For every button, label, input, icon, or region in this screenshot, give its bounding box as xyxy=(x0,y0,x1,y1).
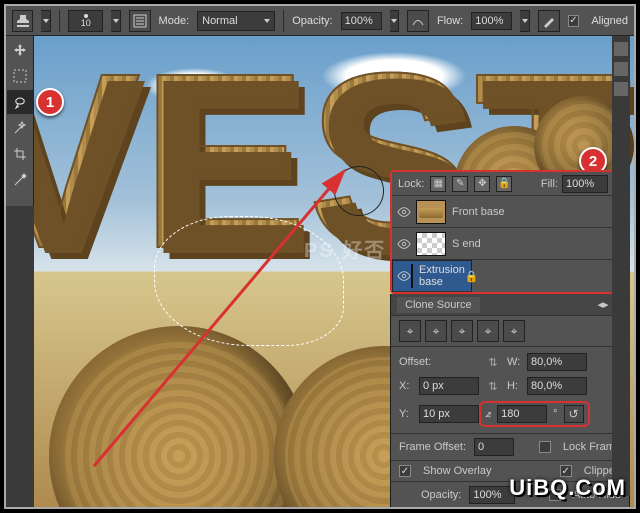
dock-icon[interactable] xyxy=(614,82,628,96)
y-input[interactable]: 10 px xyxy=(419,405,479,423)
watermark: UiBQ.CoM xyxy=(509,475,626,501)
brush-size-value: 10 xyxy=(81,19,91,28)
layer-row-selected[interactable]: Extrusion base 🔒 xyxy=(392,260,472,292)
degree-label: ° xyxy=(553,408,557,420)
dock-icon[interactable] xyxy=(614,62,628,76)
w-label: W: xyxy=(507,356,527,368)
options-bar: 10 Mode: Normal Opacity: 100% Flow: 100%… xyxy=(6,6,634,36)
marquee-tool[interactable] xyxy=(7,64,33,88)
clone-source-tab[interactable]: Clone Source xyxy=(397,297,480,313)
airbrush-icon[interactable] xyxy=(538,10,559,32)
callout-1: 1 xyxy=(36,88,64,116)
link-xy-icon[interactable]: ⇅ xyxy=(479,380,507,393)
aligned-checkbox[interactable]: ✓ xyxy=(568,15,580,27)
pressure-opacity-icon[interactable] xyxy=(407,10,428,32)
magic-wand-tool[interactable] xyxy=(7,116,33,140)
clone-source-4-icon[interactable]: ⌖ xyxy=(477,320,499,342)
brush-cursor xyxy=(334,166,384,216)
angle-icon: ⦨ xyxy=(485,408,491,421)
reset-transform-icon[interactable]: ↺ xyxy=(564,405,584,423)
lock-image-icon[interactable]: ✎ xyxy=(452,176,468,192)
visibility-toggle[interactable] xyxy=(392,237,416,251)
brush-panel-toggle-icon[interactable] xyxy=(129,10,150,32)
blend-mode-value: Normal xyxy=(202,15,237,27)
lock-label: Lock: xyxy=(398,178,424,190)
flow-input[interactable]: 100% xyxy=(471,12,512,30)
visibility-toggle[interactable] xyxy=(392,205,416,219)
layer-thumbnail xyxy=(416,200,446,224)
watermark-center: PS 好否 xyxy=(304,234,386,263)
layer-name: Front base xyxy=(452,206,505,218)
opacity-dropdown[interactable] xyxy=(390,10,400,32)
frame-offset-input[interactable]: 0 xyxy=(474,438,514,456)
eyedropper-tool[interactable] xyxy=(7,168,33,192)
link-wh-icon[interactable]: ⇅ xyxy=(479,356,507,369)
panels-stack: Lock: ▦ ✎ ✥ 🔒 Fill: 100% Front base S xyxy=(390,170,630,509)
mode-label: Mode: xyxy=(159,15,190,27)
x-input[interactable]: 0 px xyxy=(419,377,479,395)
w-input[interactable]: 80,0% xyxy=(527,353,587,371)
clone-source-2-icon[interactable]: ⌖ xyxy=(425,320,447,342)
clone-source-1-icon[interactable]: ⌖ xyxy=(399,320,421,342)
tool-preset-dropdown[interactable] xyxy=(41,10,51,32)
opacity-input[interactable]: 100% xyxy=(341,12,382,30)
y-label: Y: xyxy=(399,408,419,420)
lasso-tool[interactable] xyxy=(7,90,33,114)
tools-panel xyxy=(6,36,34,206)
lock-frame-checkbox[interactable] xyxy=(539,441,551,453)
lock-all-icon[interactable]: 🔒 xyxy=(496,176,512,192)
x-label: X: xyxy=(399,380,419,392)
layer-name: Extrusion base xyxy=(419,264,465,288)
layer-name: S end xyxy=(452,238,481,250)
overlay-opacity-label: Opacity: xyxy=(421,489,461,501)
blend-mode-select[interactable]: Normal xyxy=(197,11,275,31)
show-overlay-checkbox[interactable]: ✓ xyxy=(399,465,411,477)
h-input[interactable]: 80,0% xyxy=(527,377,587,395)
layer-row[interactable]: Front base xyxy=(392,196,628,228)
offset-label: Offset: xyxy=(399,356,479,368)
brush-picker-dropdown[interactable] xyxy=(111,10,121,32)
clone-source-3-icon[interactable]: ⌖ xyxy=(451,320,473,342)
layer-lock-indicator-icon: 🔒 xyxy=(465,270,479,283)
clone-source-5-icon[interactable]: ⌖ xyxy=(503,320,525,342)
show-overlay-label: Show Overlay xyxy=(423,465,491,477)
brush-preview[interactable]: 10 xyxy=(68,10,103,32)
visibility-toggle[interactable] xyxy=(397,269,411,283)
aligned-label: Aligned xyxy=(591,15,628,27)
flow-dropdown[interactable] xyxy=(520,10,530,32)
opacity-label: Opacity: xyxy=(292,15,332,27)
lock-position-icon[interactable]: ✥ xyxy=(474,176,490,192)
layer-thumbnail xyxy=(411,264,413,288)
dock-icon[interactable] xyxy=(614,42,628,56)
crop-tool[interactable] xyxy=(7,142,33,166)
layer-row[interactable]: S end xyxy=(392,228,628,260)
layer-thumbnail xyxy=(416,232,446,256)
move-tool[interactable] xyxy=(7,38,33,62)
layers-panel: Lock: ▦ ✎ ✥ 🔒 Fill: 100% Front base S xyxy=(390,170,630,294)
frame-offset-label: Frame Offset: xyxy=(399,441,466,453)
flow-label: Flow: xyxy=(437,15,463,27)
layers-lock-row: Lock: ▦ ✎ ✥ 🔒 Fill: 100% xyxy=(392,172,628,196)
collapsed-panel-dock xyxy=(612,36,630,496)
lock-transparent-icon[interactable]: ▦ xyxy=(430,176,446,192)
fill-input[interactable]: 100% xyxy=(562,175,608,193)
tool-preset-picker[interactable] xyxy=(12,10,33,32)
angle-input[interactable]: 180 xyxy=(497,405,547,423)
fill-label: Fill: xyxy=(541,178,558,190)
h-label: H: xyxy=(507,380,527,392)
panel-collapse-icon[interactable]: ◂▸ xyxy=(598,298,609,311)
